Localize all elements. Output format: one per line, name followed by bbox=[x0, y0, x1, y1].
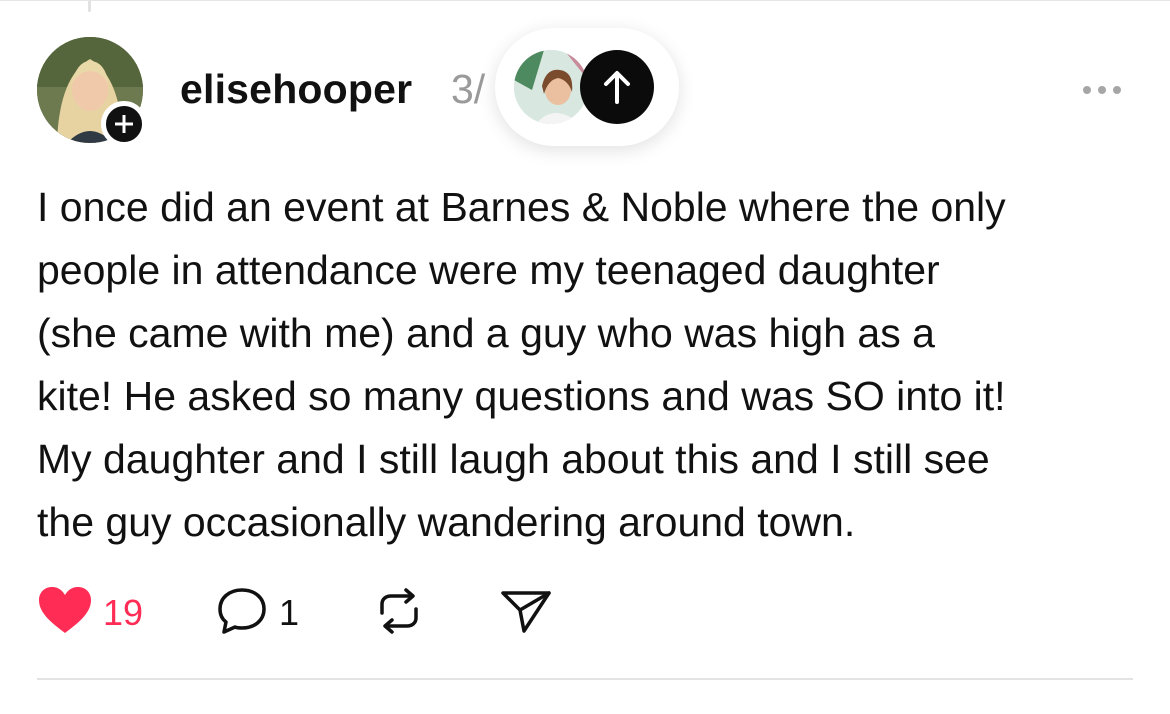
author-username[interactable]: elisehooper bbox=[180, 66, 412, 113]
more-options-button[interactable] bbox=[1080, 78, 1124, 102]
post-text-line: I once did an event at Barnes & Noble wh… bbox=[37, 184, 1006, 230]
comment-icon bbox=[218, 588, 266, 634]
user-avatar[interactable] bbox=[514, 50, 588, 124]
post-text-line: kite! He asked so many questions and was… bbox=[37, 373, 1006, 419]
post-text-line: My daughter and I still laugh about this… bbox=[37, 436, 990, 482]
arrow-up-icon bbox=[604, 71, 630, 104]
post-text-line: the guy occasionally wandering around to… bbox=[37, 499, 856, 545]
reply-count: 1 bbox=[279, 592, 300, 633]
bottom-divider bbox=[37, 678, 1133, 680]
author-avatar-container[interactable] bbox=[37, 37, 147, 147]
repost-icon bbox=[380, 588, 418, 634]
like-count: 19 bbox=[103, 592, 144, 633]
send-icon bbox=[501, 591, 551, 633]
post-body: I once did an event at Barnes & Noble wh… bbox=[37, 176, 1147, 554]
repost-button[interactable] bbox=[372, 583, 428, 639]
plus-icon bbox=[115, 115, 133, 133]
top-divider bbox=[0, 0, 1170, 1]
floating-scroll-pill[interactable] bbox=[495, 28, 679, 146]
more-options-icon bbox=[1083, 86, 1121, 94]
reply-button[interactable]: 1 bbox=[215, 583, 305, 639]
follow-button[interactable] bbox=[101, 101, 147, 147]
like-button[interactable]: 19 bbox=[37, 583, 147, 639]
post-timestamp: 3/ bbox=[451, 66, 486, 112]
scroll-to-top-button[interactable] bbox=[580, 50, 654, 124]
thread-connector-line bbox=[88, 0, 91, 12]
post-text-line: people in attendance were my teenaged da… bbox=[37, 247, 940, 293]
heart-icon bbox=[39, 587, 91, 633]
share-button[interactable] bbox=[498, 583, 554, 639]
post-text-line: (she came with me) and a guy who was hig… bbox=[37, 310, 935, 356]
